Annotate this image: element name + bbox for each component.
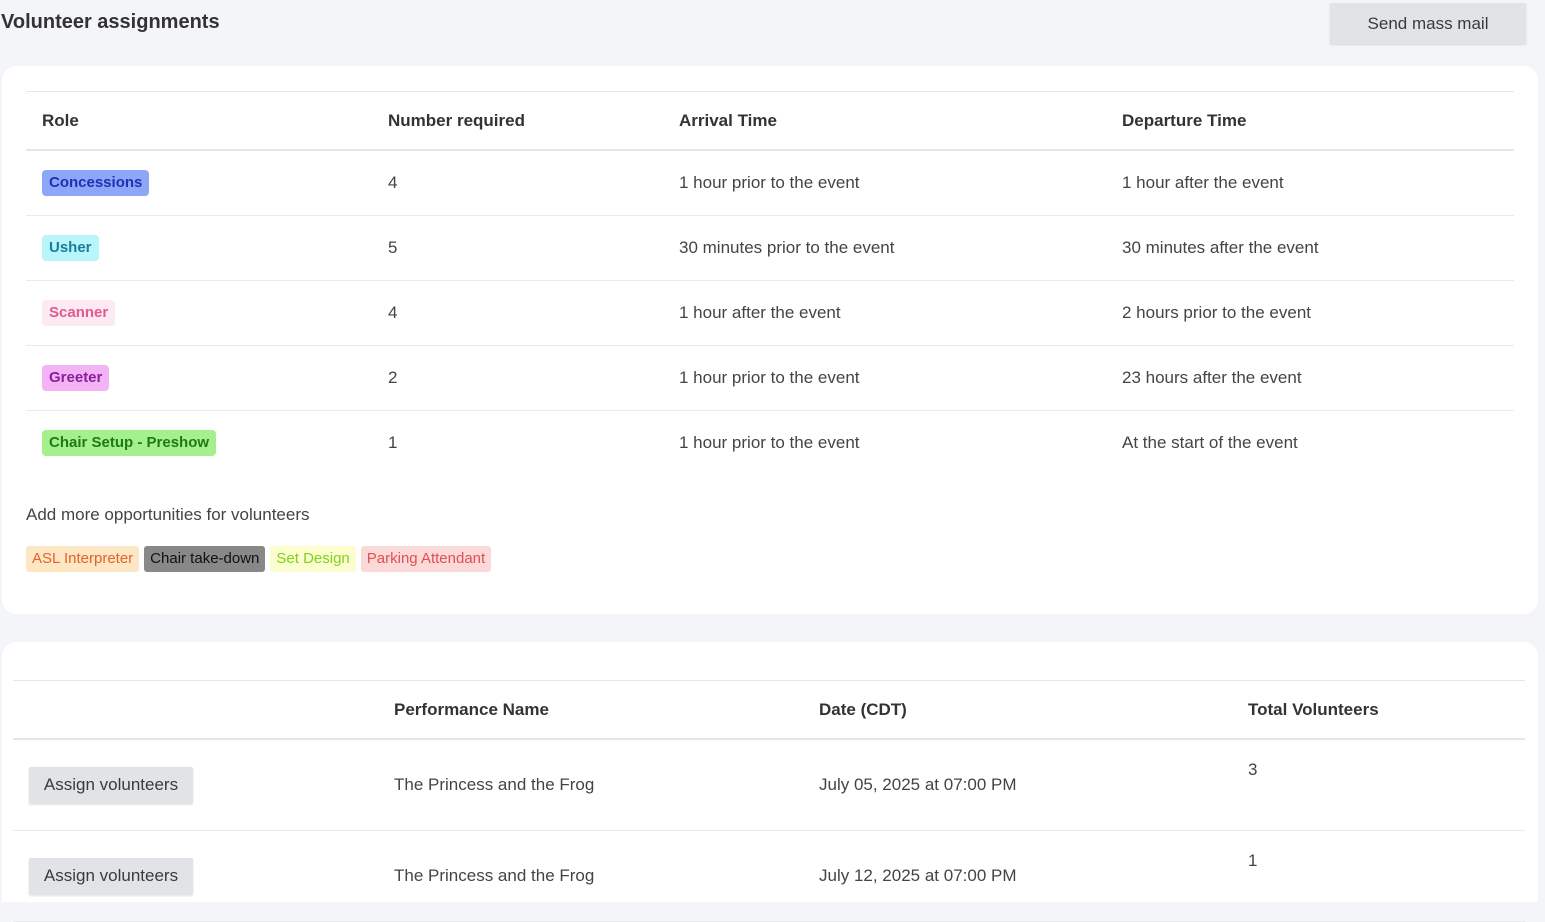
number-required: 4 [388,280,679,346]
performances-table: Performance Name Date (CDT) Total Volunt… [13,680,1525,922]
roles-header-row: Role Number required Arrival Time Depart… [26,91,1514,151]
page-title: Volunteer assignments [1,11,220,33]
opportunity-tag-asl-interpreter[interactable]: ASL Interpreter [26,546,140,572]
role-tag-scanner[interactable]: Scanner [42,300,116,326]
opportunity-tag-list: ASL Interpreter Chair take-down Set Desi… [26,546,492,572]
arrival-time: 1 hour after the event [679,280,1122,346]
role-tag-concessions[interactable]: Concessions [42,170,150,196]
table-row: Greeter 2 1 hour prior to the event 23 h… [26,345,1514,411]
departure-time: 1 hour after the event [1122,150,1514,216]
performances-card: Performance Name Date (CDT) Total Volunt… [2,642,1538,922]
total-volunteers: 3 [1248,739,1525,831]
departure-time: 23 hours after the event [1122,345,1514,411]
col-header-total-volunteers: Total Volunteers [1248,680,1525,740]
table-row: Chair Setup - Preshow 1 1 hour prior to … [26,411,1514,476]
table-row: Assign volunteers The Princess and the F… [13,739,1525,831]
col-header-role: Role [26,91,388,151]
roles-table: Role Number required Arrival Time Depart… [26,91,1514,475]
total-volunteers: 1 [1248,830,1525,922]
performances-header-row: Performance Name Date (CDT) Total Volunt… [13,680,1525,740]
assign-volunteers-button[interactable]: Assign volunteers [29,857,193,895]
page-header: Volunteer assignments Send mass mail [0,0,1545,62]
col-header-departure-time: Departure Time [1122,91,1514,151]
performance-date: July 05, 2025 at 07:00 PM [819,739,1248,831]
opportunity-tag-set-design[interactable]: Set Design [270,546,356,572]
assign-volunteers-button[interactable]: Assign volunteers [29,766,193,804]
performance-name: The Princess and the Frog [394,739,819,831]
roles-card: Role Number required Arrival Time Depart… [2,66,1538,614]
table-row: Usher 5 30 minutes prior to the event 30… [26,215,1514,281]
number-required: 1 [388,433,398,452]
departure-time: 2 hours prior to the event [1122,280,1514,346]
col-header-performance-name: Performance Name [394,680,819,740]
col-header-arrival-time: Arrival Time [679,91,1122,151]
performance-date: July 12, 2025 at 07:00 PM [819,830,1248,922]
arrival-time: 30 minutes prior to the event [679,215,1122,281]
add-opportunities-label: Add more opportunities for volunteers [26,505,310,524]
arrival-time: 1 hour prior to the event [679,433,860,452]
role-tag-chair-setup-preshow[interactable]: Chair Setup - Preshow [42,430,217,456]
col-header-actions [13,680,394,740]
number-required: 2 [388,345,679,411]
departure-time: 30 minutes after the event [1122,215,1514,281]
table-row: Concessions 4 1 hour prior to the event … [26,150,1514,216]
role-tag-usher[interactable]: Usher [42,235,99,261]
number-required: 4 [388,150,679,216]
opportunity-tag-chair-take-down[interactable]: Chair take-down [144,546,266,572]
number-required: 5 [388,215,679,281]
send-mass-mail-button[interactable]: Send mass mail [1330,3,1526,44]
departure-time: At the start of the event [1122,433,1298,452]
opportunity-tag-parking-attendant[interactable]: Parking Attendant [360,546,492,572]
arrival-time: 1 hour prior to the event [679,150,1122,216]
performance-name: The Princess and the Frog [394,830,819,922]
col-header-date: Date (CDT) [819,680,1248,740]
role-tag-greeter[interactable]: Greeter [42,365,110,391]
col-header-number-required: Number required [388,91,679,151]
arrival-time: 1 hour prior to the event [679,345,1122,411]
table-row: Assign volunteers The Princess and the F… [13,830,1525,922]
table-row: Scanner 4 1 hour after the event 2 hours… [26,280,1514,346]
